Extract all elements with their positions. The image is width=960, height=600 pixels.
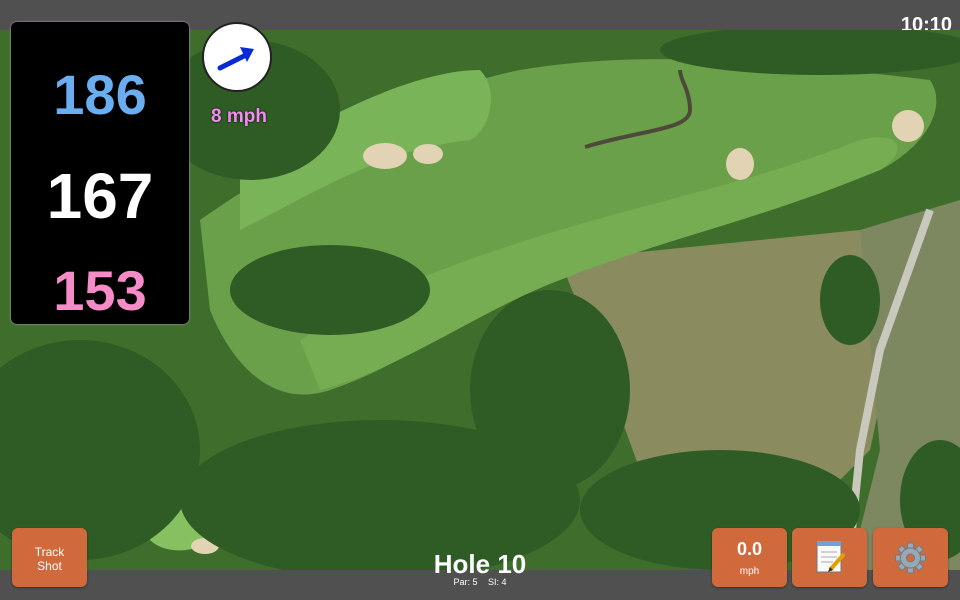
wind-speed: 8 mph <box>211 106 267 127</box>
hole-stroke-index: SI: 4 <box>488 577 507 587</box>
front-distance: 153 <box>53 259 147 322</box>
hole-par: Par: 5 <box>453 577 478 587</box>
track-shot-label-line2: Shot <box>37 559 62 573</box>
speed-value: 0.0 <box>736 539 763 559</box>
notes-button[interactable] <box>792 528 867 587</box>
settings-button[interactable] <box>873 528 948 587</box>
wind-indicator <box>202 22 272 92</box>
notepad-icon <box>816 541 846 573</box>
gear-icon <box>895 542 926 574</box>
speed-button[interactable]: 0.0 mph <box>712 528 787 587</box>
wind-direction-arrow-icon <box>217 47 254 71</box>
track-shot-label-line1: Track <box>34 545 65 559</box>
distance-panel: 186 167 153 <box>11 22 189 324</box>
back-distance: 186 <box>53 63 147 126</box>
hole-info: Par: 5 SI: 4 <box>380 577 580 587</box>
hole-title: Hole 10 <box>433 549 527 579</box>
middle-distance: 167 <box>46 160 154 232</box>
speed-unit: mph <box>739 566 760 577</box>
track-shot-button[interactable]: Track Shot <box>12 528 87 587</box>
